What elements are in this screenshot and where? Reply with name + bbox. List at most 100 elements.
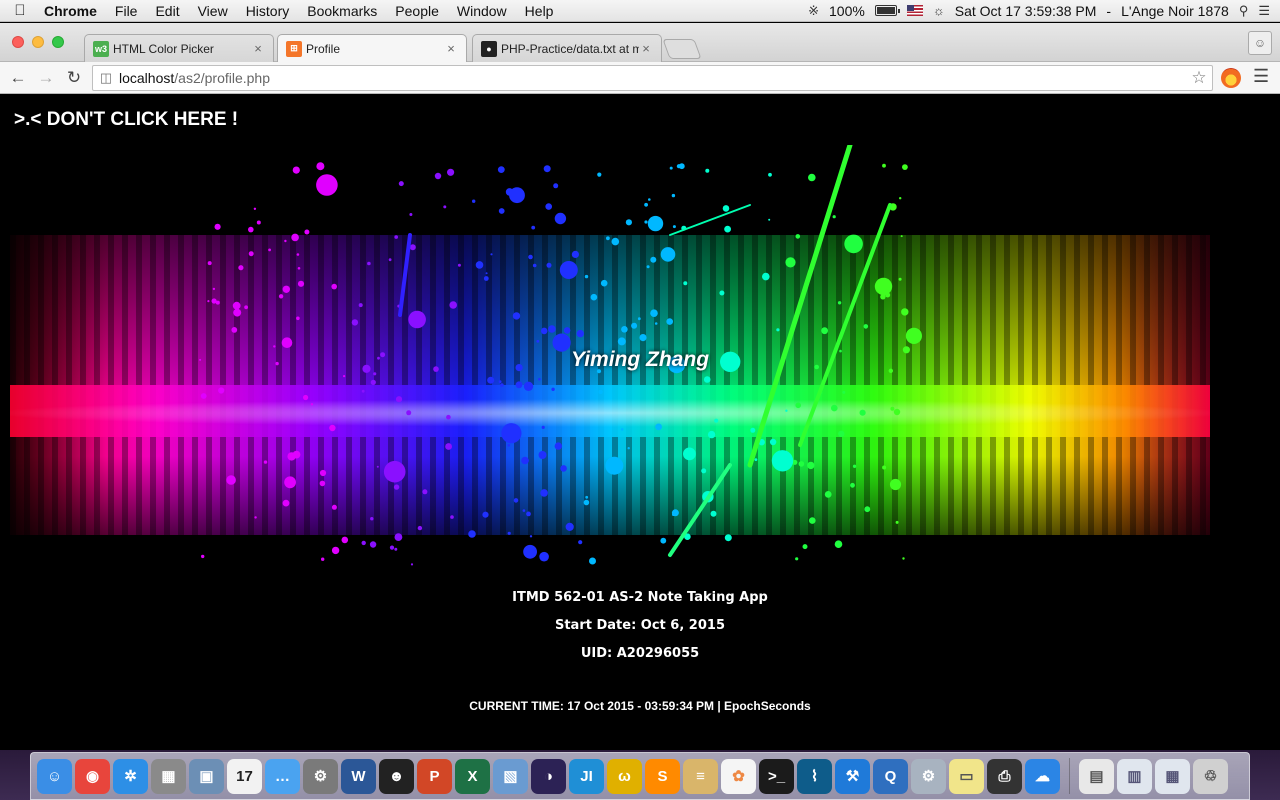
spotlight-search-icon[interactable]: ⚲ — [1239, 3, 1249, 19]
battery-icon[interactable] — [874, 5, 900, 16]
paint-splatter-dot — [532, 263, 537, 268]
paint-splatter-dot — [445, 443, 452, 450]
dont-click-link[interactable]: >.< DON'T CLICK HERE ! — [14, 109, 238, 131]
paint-splatter-dot — [316, 174, 338, 196]
paint-splatter-dot — [648, 198, 651, 201]
archive-icon[interactable]: ▤ — [1079, 758, 1114, 794]
wifi-icon[interactable]: ☼ — [933, 3, 945, 18]
virtualbox-icon[interactable]: ▧ — [493, 758, 528, 794]
documents-folder-icon[interactable]: ▥ — [1117, 758, 1152, 794]
menu-clock[interactable]: Sat Oct 17 3:59:38 PM — [955, 3, 1097, 19]
paint-splatter-dot — [597, 172, 602, 177]
paint-splatter-dot — [447, 168, 455, 176]
mysql-workbench-icon[interactable]: ⌇ — [797, 758, 832, 794]
terminal-icon[interactable]: >_ — [759, 758, 794, 794]
paint-splatter-dot — [672, 225, 676, 229]
window-zoom-button[interactable] — [52, 36, 64, 48]
wrapper-icon[interactable]: ω — [607, 758, 642, 794]
tab-close-icon[interactable]: × — [251, 41, 265, 56]
preview-icon[interactable]: ▣ — [189, 758, 224, 794]
quicktime-icon[interactable]: Q — [873, 758, 908, 794]
current-time: CURRENT TIME: 17 Oct 2015 - 03:59:34 PM … — [469, 699, 811, 713]
paint-splatter-dot — [505, 188, 514, 196]
tab-close-icon[interactable]: × — [639, 41, 653, 56]
forward-arrow-icon[interactable]: → — [32, 68, 60, 88]
icloud-icon[interactable]: ☁ — [1025, 758, 1060, 794]
menu-history[interactable]: History — [237, 3, 299, 19]
excel-icon[interactable]: X — [455, 758, 490, 794]
finder-icon[interactable]: ☺ — [37, 758, 72, 794]
paint-splatter-dot — [795, 234, 801, 239]
menu-bookmarks[interactable]: Bookmarks — [298, 3, 386, 19]
menu-file[interactable]: File — [106, 3, 147, 19]
menu-app-name[interactable]: Chrome — [40, 3, 106, 19]
menu-edit[interactable]: Edit — [146, 3, 188, 19]
paint-splatter-dot — [468, 530, 476, 538]
input-source-flag-icon[interactable] — [906, 5, 923, 16]
paint-splatter-dot — [834, 540, 843, 548]
chrome-menu-icon[interactable]: ☰ — [1253, 66, 1269, 87]
xcode-icon[interactable]: ⚒ — [835, 758, 870, 794]
paint-splatter-dot — [754, 458, 758, 461]
menu-help[interactable]: Help — [516, 3, 563, 19]
menu-user[interactable]: L'Ange Noir 1878 — [1121, 3, 1229, 19]
paint-splatter-dot — [370, 379, 376, 385]
reload-icon[interactable]: ↻ — [60, 68, 88, 88]
paint-splatter-dot — [838, 430, 845, 437]
word-icon[interactable]: W — [341, 758, 376, 794]
window-minimize-button[interactable] — [32, 36, 44, 48]
extension-fire-icon[interactable] — [1221, 68, 1241, 88]
menu-window[interactable]: Window — [448, 3, 516, 19]
qq-icon[interactable]: ☻ — [379, 758, 414, 794]
url-path: /as2/profile.php — [174, 70, 270, 86]
profile-person-icon[interactable]: ☺ — [1248, 31, 1272, 55]
back-arrow-icon[interactable]: ← — [4, 68, 32, 88]
tab-php-practice[interactable]: ● PHP-Practice/data.txt at m × — [472, 34, 662, 62]
paint-splatter-dot — [540, 489, 548, 497]
window-close-button[interactable] — [12, 36, 24, 48]
xampp-icon: ⊞ — [286, 40, 302, 57]
powerpoint-icon[interactable]: P — [417, 758, 452, 794]
tab-html-color-picker[interactable]: w3 HTML Color Picker × — [84, 34, 274, 62]
tab-close-icon[interactable]: × — [444, 41, 458, 56]
paint-splatter-dot — [507, 531, 511, 535]
paint-splatter-dot — [485, 272, 488, 275]
bookmark-star-icon[interactable]: ☆ — [1186, 68, 1212, 88]
chrome-icon[interactable]: ◉ — [75, 758, 110, 794]
battery-fill — [876, 7, 895, 14]
printer-icon[interactable]: ⎙ — [987, 758, 1022, 794]
calculator-icon[interactable]: ▦ — [151, 758, 186, 794]
system-utility-icon[interactable]: ⚙ — [911, 758, 946, 794]
apple-menu-icon[interactable]:  — [0, 2, 40, 19]
paint-splatter-dot — [475, 261, 484, 269]
trash-icon[interactable]: ♲ — [1193, 758, 1228, 794]
downloads-folder-icon[interactable]: ▦ — [1155, 758, 1190, 794]
address-bar[interactable]: ◫ localhost/as2/profile.php ☆ — [92, 65, 1213, 91]
stickies-icon[interactable]: ▭ — [949, 758, 984, 794]
paint-splatter-dot — [482, 511, 489, 518]
sublime-icon[interactable]: S — [645, 758, 680, 794]
paint-splatter-dot — [201, 554, 205, 559]
paint-splatter-dot — [807, 461, 815, 470]
paint-splatter-dot — [605, 456, 624, 475]
system-preferences-icon[interactable]: ⚙ — [303, 758, 338, 794]
photos-icon[interactable]: ✿ — [721, 758, 756, 794]
notes-icon[interactable]: ≡ — [683, 758, 718, 794]
tab-profile[interactable]: ⊞ Profile × — [277, 34, 467, 62]
jetbrains-icon[interactable]: JI — [569, 758, 604, 794]
paint-splatter-dot — [660, 247, 676, 262]
messages-icon[interactable]: … — [265, 758, 300, 794]
notification-center-icon[interactable]: ☰ — [1258, 3, 1270, 19]
paint-splatter-dot — [647, 215, 664, 232]
page-icon: ◫ — [99, 70, 113, 85]
eclipse-icon[interactable]: ◑ — [531, 758, 566, 794]
menu-view[interactable]: View — [189, 3, 237, 19]
paint-splatter-dot — [539, 551, 549, 562]
calendar-icon[interactable]: 17 — [227, 758, 262, 794]
paint-splatter-dot — [705, 168, 710, 173]
safari-icon[interactable]: ✲ — [113, 758, 148, 794]
paint-splatter-dot — [296, 253, 300, 256]
menu-people[interactable]: People — [386, 3, 448, 19]
bluetooth-icon[interactable]: ※ — [808, 3, 819, 19]
new-tab-button[interactable] — [662, 39, 702, 59]
